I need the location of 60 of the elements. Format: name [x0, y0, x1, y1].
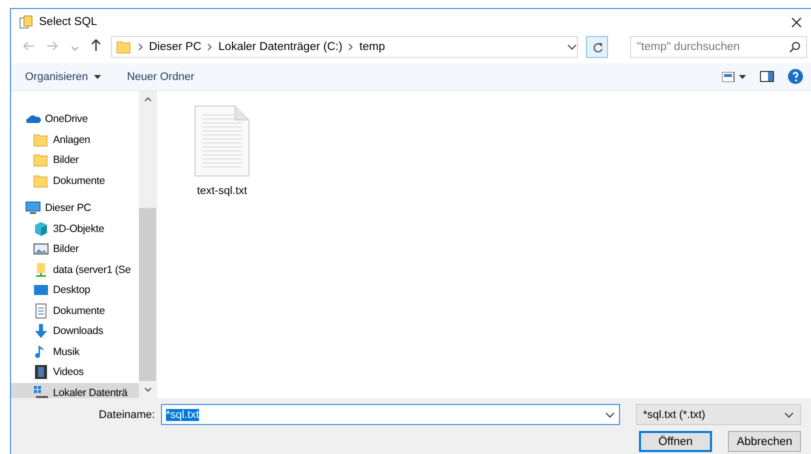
folder-icon	[33, 172, 49, 189]
organize-menu[interactable]: Organisieren	[25, 70, 101, 82]
filename-label: Dateiname:	[98, 408, 155, 420]
sidebar-item[interactable]: Bilder	[11, 239, 139, 260]
picture-icon	[33, 241, 49, 258]
sidebar-item[interactable]: Musik	[11, 342, 139, 362]
application-icon	[19, 15, 33, 29]
film-icon	[33, 364, 49, 380]
breadcrumb[interactable]: Dieser PC	[149, 41, 202, 53]
text-file-icon	[194, 105, 250, 177]
help-icon	[788, 69, 803, 84]
view-options-icon	[722, 72, 746, 82]
sidebar-item[interactable]: 3D-Objekte	[11, 218, 139, 239]
sidebar-item[interactable]: Dokumente	[11, 300, 139, 321]
chevron-icon	[138, 43, 143, 51]
sidebar-item[interactable]: Desktop	[11, 280, 139, 300]
caret-icon	[94, 74, 101, 78]
sidebar-item[interactable]: Lokaler Datenträ	[11, 382, 139, 398]
network-drive-icon	[33, 262, 49, 278]
search-icon	[789, 41, 801, 53]
down-arrow-icon	[33, 323, 49, 340]
sidebar-item[interactable]: Bilder	[11, 150, 139, 170]
folder-icon	[33, 132, 49, 148]
left-arrow-icon	[23, 41, 35, 51]
sidebar-item[interactable]: Anlagen	[11, 130, 139, 150]
cube-icon	[33, 220, 49, 237]
scrollbar[interactable]	[139, 91, 156, 398]
preview-pane-icon	[760, 71, 774, 82]
chevron-icon	[207, 43, 212, 51]
chevron-icon	[348, 43, 354, 51]
breadcrumb[interactable]: temp	[359, 41, 385, 53]
document-icon	[33, 302, 49, 319]
chevron-down-icon	[71, 46, 79, 51]
address-bar[interactable]: Dieser PC Lokaler Datenträger (C:) temp	[111, 36, 578, 58]
sidebar-item[interactable]: data (server1 (Se	[11, 260, 139, 280]
folder-icon	[33, 152, 49, 168]
search-field[interactable]: "temp" durchsuchen	[630, 36, 807, 58]
sidebar-item[interactable]: OneDrive	[11, 109, 139, 130]
close-icon	[790, 16, 802, 28]
open-button[interactable]: Öffnen	[639, 431, 712, 452]
breadcrumb[interactable]: Lokaler Datenträger (C:)	[218, 41, 342, 53]
sidebar-item[interactable]: Downloads	[11, 321, 139, 342]
window-title: Select SQL	[39, 16, 98, 28]
scroll-up-icon	[144, 97, 152, 102]
file-name[interactable]: text-sql.txt	[196, 185, 248, 197]
cancel-button[interactable]: Abbrechen	[728, 431, 801, 452]
sidebar-item[interactable]: Videos	[11, 362, 139, 382]
sidebar-item[interactable]: Dokumente	[11, 170, 139, 191]
filename-field[interactable]: *sql.txt	[161, 404, 620, 425]
file-type-dropdown[interactable]: *sql.txt (*.txt)	[636, 404, 801, 425]
new-folder-button[interactable]: Neuer Ordner	[126, 70, 194, 82]
up-arrow-icon	[91, 38, 101, 52]
scroll-down-icon	[144, 387, 152, 392]
refresh-button[interactable]	[586, 36, 608, 58]
refresh-icon	[592, 42, 602, 52]
right-arrow-icon	[47, 41, 59, 51]
sidebar-item[interactable]: Dieser PC	[11, 198, 139, 218]
drive-icon	[33, 384, 49, 398]
folder-icon	[116, 39, 132, 55]
monitor-icon	[25, 200, 41, 216]
